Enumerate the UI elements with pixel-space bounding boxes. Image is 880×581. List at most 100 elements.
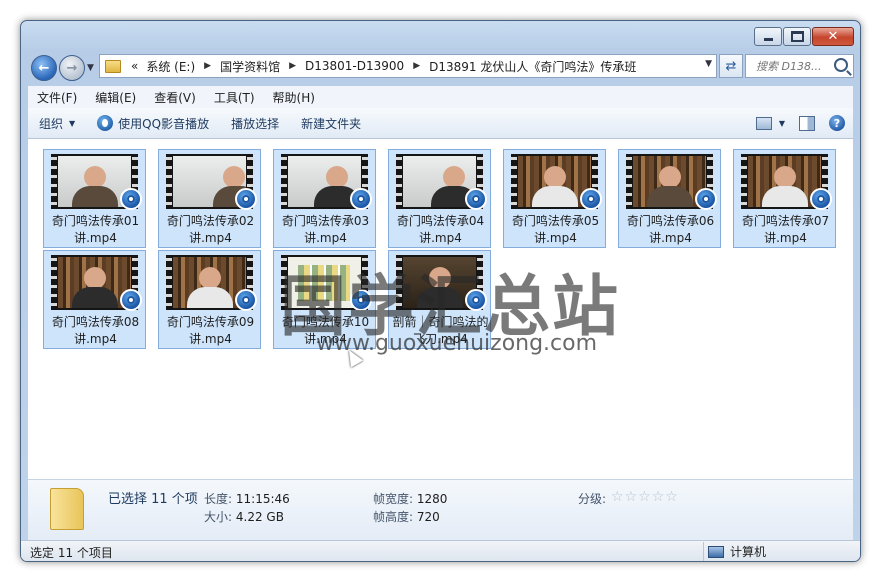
qq-player-icon [580,188,602,210]
file-tile[interactable]: 奇门鸣法传承06讲.mp4 [618,149,721,248]
file-tile[interactable]: 奇门鸣法传承10讲.mp4 [273,250,376,349]
size-value[interactable]: 4.22 GB [236,510,284,524]
file-tile[interactable]: 奇门鸣法传承03讲.mp4 [273,149,376,248]
navigation-bar: ← → ▼ « 系统 (E:) ▶ 国学资料馆 ▶ D13801-D13900 … [21,51,860,83]
rating-stars[interactable]: ☆☆☆☆☆ [611,489,679,505]
view-icon [755,116,772,130]
file-name: 奇门鸣法传承10讲.mp4 [281,315,370,346]
file-tile[interactable]: 奇门鸣法传承07讲.mp4 [733,149,836,248]
file-tile[interactable]: 剖箭｜奇门鸣法的飞刀.mp4 [388,250,491,349]
length-value[interactable]: 11:15:46 [236,492,290,506]
frame-height-label: 帧高度: [373,510,414,524]
arrow-right-icon: → [66,60,78,76]
length-label: 长度: [204,492,233,506]
preview-pane-button[interactable] [799,115,815,131]
refresh-button[interactable]: ⇄ [719,54,743,78]
star-icon[interactable]: ☆ [625,489,639,505]
close-icon: ✕ [827,29,839,44]
search-icon[interactable] [834,58,848,72]
status-location-label: 计算机 [730,545,767,559]
recent-pages-dropdown[interactable]: ▼ [87,63,94,73]
help-button[interactable]: ? [829,115,845,131]
refresh-icon: ⇄ [725,58,737,74]
selection-count: 已选择 11 个项 [108,492,198,507]
file-name: 剖箭｜奇门鸣法的飞刀.mp4 [392,315,489,346]
status-location: 计算机 [703,542,766,561]
breadcrumb-separator-icon[interactable]: ▶ [408,61,425,71]
maximize-icon [790,31,804,42]
frame-height-field: 帧高度: 720 [373,508,440,525]
breadcrumb: « 系统 (E:) ▶ 国学资料馆 ▶ D13801-D13900 ▶ D138… [127,58,640,75]
qq-player-icon [465,188,487,210]
qq-play-button[interactable]: 使用QQ影音播放 [86,108,220,138]
mouse-cursor-icon [342,346,364,368]
file-tile[interactable]: 奇门鸣法传承02讲.mp4 [158,149,261,248]
qq-player-icon [97,115,114,131]
qq-player-icon [695,188,717,210]
folder-icon [105,59,121,73]
breadcrumb-item[interactable]: D13891 龙伏山人《奇门鸣法》传承班 [425,58,640,75]
menu-file[interactable]: 文件(F) [28,89,86,106]
menu-bar: 文件(F) 编辑(E) 查看(V) 工具(T) 帮助(H) [28,86,853,109]
search-box[interactable] [745,54,854,78]
frame-height-value[interactable]: 720 [417,510,440,524]
menu-view[interactable]: 查看(V) [145,89,205,106]
forward-button[interactable]: → [59,55,85,81]
file-tile[interactable]: 奇门鸣法传承05讲.mp4 [503,149,606,248]
details-pane: 已选择 11 个项 长度: 11:15:46 大小: 4.22 GB 帧宽度: … [28,479,853,540]
breadcrumb-item[interactable]: D13801-D13900 [301,59,408,73]
close-button[interactable]: ✕ [812,27,854,46]
folder-icon [50,488,84,530]
breadcrumb-overflow[interactable]: « [127,59,142,73]
frame-width-value[interactable]: 1280 [417,492,448,506]
breadcrumb-separator-icon[interactable]: ▶ [284,61,301,71]
change-view-button[interactable]: ▼ [755,116,785,130]
address-dropdown-icon[interactable]: ▼ [705,59,712,69]
qq-player-icon [120,188,142,210]
address-bar[interactable]: « 系统 (E:) ▶ 国学资料馆 ▶ D13801-D13900 ▶ D138… [99,54,717,78]
star-icon[interactable]: ☆ [611,489,625,505]
qq-player-icon [465,289,487,311]
length-field: 长度: 11:15:46 [204,490,290,507]
file-list: 奇门鸣法传承01讲.mp4 奇门鸣法传承02讲.mp4 奇门鸣法传承03讲.mp… [28,139,853,479]
file-name: 奇门鸣法传承09讲.mp4 [166,315,255,346]
minimize-icon [763,38,773,41]
maximize-button[interactable] [783,27,811,46]
qq-play-label: 使用QQ影音播放 [118,116,210,131]
menu-help[interactable]: 帮助(H) [264,89,324,106]
toolbar-right: ▼ ? [755,108,845,138]
back-button[interactable]: ← [31,55,57,81]
file-tile[interactable]: 奇门鸣法传承08讲.mp4 [43,250,146,349]
organize-label: 组织 [39,116,64,131]
file-name: 奇门鸣法传承05讲.mp4 [511,214,600,245]
menu-tools[interactable]: 工具(T) [205,89,264,106]
new-folder-button[interactable]: 新建文件夹 [290,108,372,138]
file-name: 奇门鸣法传承06讲.mp4 [626,214,715,245]
minimize-button[interactable] [754,27,782,46]
computer-icon [708,545,724,558]
explorer-window: ✕ ← → ▼ « 系统 (E:) ▶ 国学资料馆 ▶ D13801-D1390… [20,20,861,562]
qq-player-icon [350,289,372,311]
star-icon[interactable]: ☆ [665,489,679,505]
qq-player-icon [350,188,372,210]
breadcrumb-separator-icon[interactable]: ▶ [199,61,216,71]
star-icon[interactable]: ☆ [652,489,666,505]
menu-edit[interactable]: 编辑(E) [86,89,145,106]
play-selection-button[interactable]: 播放选择 [220,108,290,138]
chevron-down-icon: ▼ [69,118,76,128]
status-text: 选定 11 个项目 [30,546,113,560]
file-name: 奇门鸣法传承07讲.mp4 [741,214,830,245]
file-name: 奇门鸣法传承04讲.mp4 [396,214,485,245]
qq-player-icon [810,188,832,210]
window-controls: ✕ [754,27,854,46]
qq-player-icon [235,289,257,311]
breadcrumb-item[interactable]: 国学资料馆 [216,58,284,75]
file-tile[interactable]: 奇门鸣法传承04讲.mp4 [388,149,491,248]
organize-button[interactable]: 组织 ▼ [28,108,86,138]
arrow-left-icon: ← [38,60,50,76]
search-input[interactable] [754,58,840,74]
file-tile[interactable]: 奇门鸣法传承09讲.mp4 [158,250,261,349]
star-icon[interactable]: ☆ [638,489,652,505]
file-tile[interactable]: 奇门鸣法传承01讲.mp4 [43,149,146,248]
breadcrumb-item[interactable]: 系统 (E:) [142,58,199,75]
